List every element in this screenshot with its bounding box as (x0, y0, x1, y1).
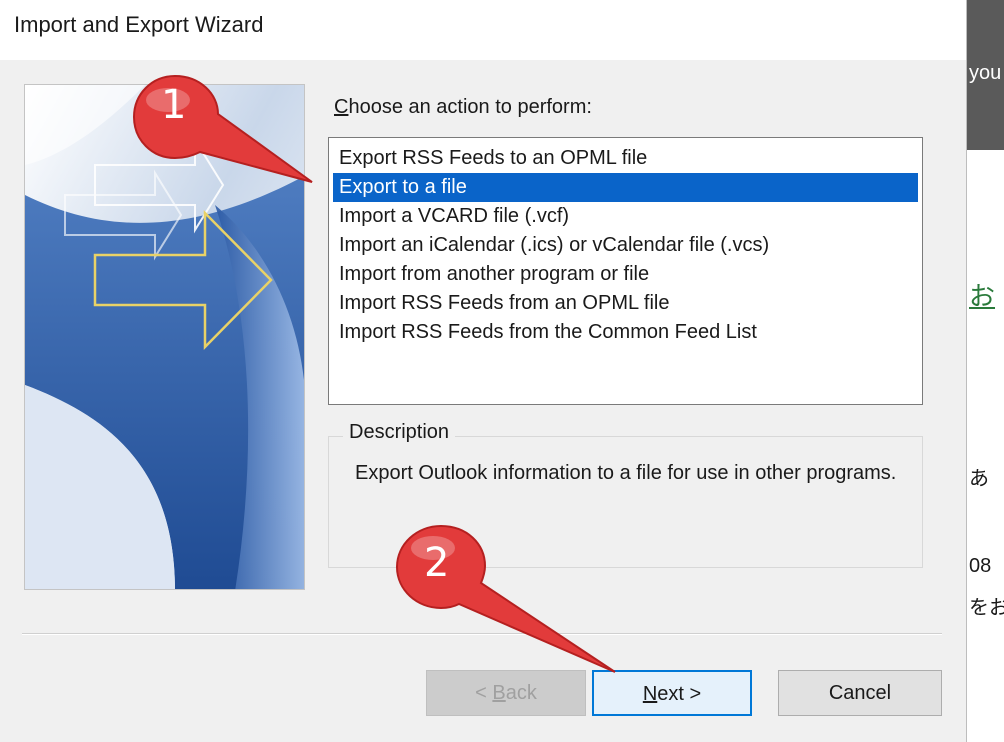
title-bar: Import and Export Wizard (0, 0, 966, 60)
action-item-import-rss-common-feed[interactable]: Import RSS Feeds from the Common Feed Li… (333, 318, 918, 347)
action-item-import-vcard[interactable]: Import a VCARD file (.vcf) (333, 202, 918, 231)
prompt-text: hoose an action to perform: (348, 96, 592, 118)
background-text-line1: あ (969, 468, 989, 490)
window-title: Import and Export Wizard (14, 12, 264, 37)
background-browser-page: you お あ 08 をお (966, 0, 1004, 742)
description-text: Export Outlook information to a file for… (355, 462, 897, 484)
back-button-label: ack (505, 682, 537, 704)
back-button-prefix: < (475, 682, 493, 704)
next-button-access-key: N (642, 683, 658, 705)
background-text-line3: をお (969, 597, 1004, 619)
description-legend: Description (343, 421, 456, 444)
prompt-access-key: C (334, 96, 349, 118)
callout-number-1: 1 (161, 82, 187, 128)
next-button-label: ext > (657, 683, 702, 705)
background-text-line2: 08 (969, 555, 992, 577)
action-item-import-rss-opml[interactable]: Import RSS Feeds from an OPML file (333, 289, 918, 318)
action-item-import-icalendar[interactable]: Import an iCalendar (.ics) or vCalendar … (333, 231, 918, 260)
action-prompt-label: Choose an action to perform: (334, 96, 592, 119)
action-listbox[interactable]: Export RSS Feeds to an OPML file Export … (328, 137, 923, 405)
action-item-export-to-file[interactable]: Export to a file (333, 173, 918, 202)
background-link[interactable]: お (969, 276, 995, 313)
callout-marker-1 (130, 64, 320, 194)
cancel-button[interactable]: Cancel (778, 670, 942, 716)
action-item-import-other-program[interactable]: Import from another program or file (333, 260, 918, 289)
background-header-text: you (969, 62, 1002, 84)
callout-number-2: 2 (424, 540, 450, 586)
action-item-export-rss-opml[interactable]: Export RSS Feeds to an OPML file (333, 144, 918, 173)
back-button-access-key: B (492, 682, 506, 704)
